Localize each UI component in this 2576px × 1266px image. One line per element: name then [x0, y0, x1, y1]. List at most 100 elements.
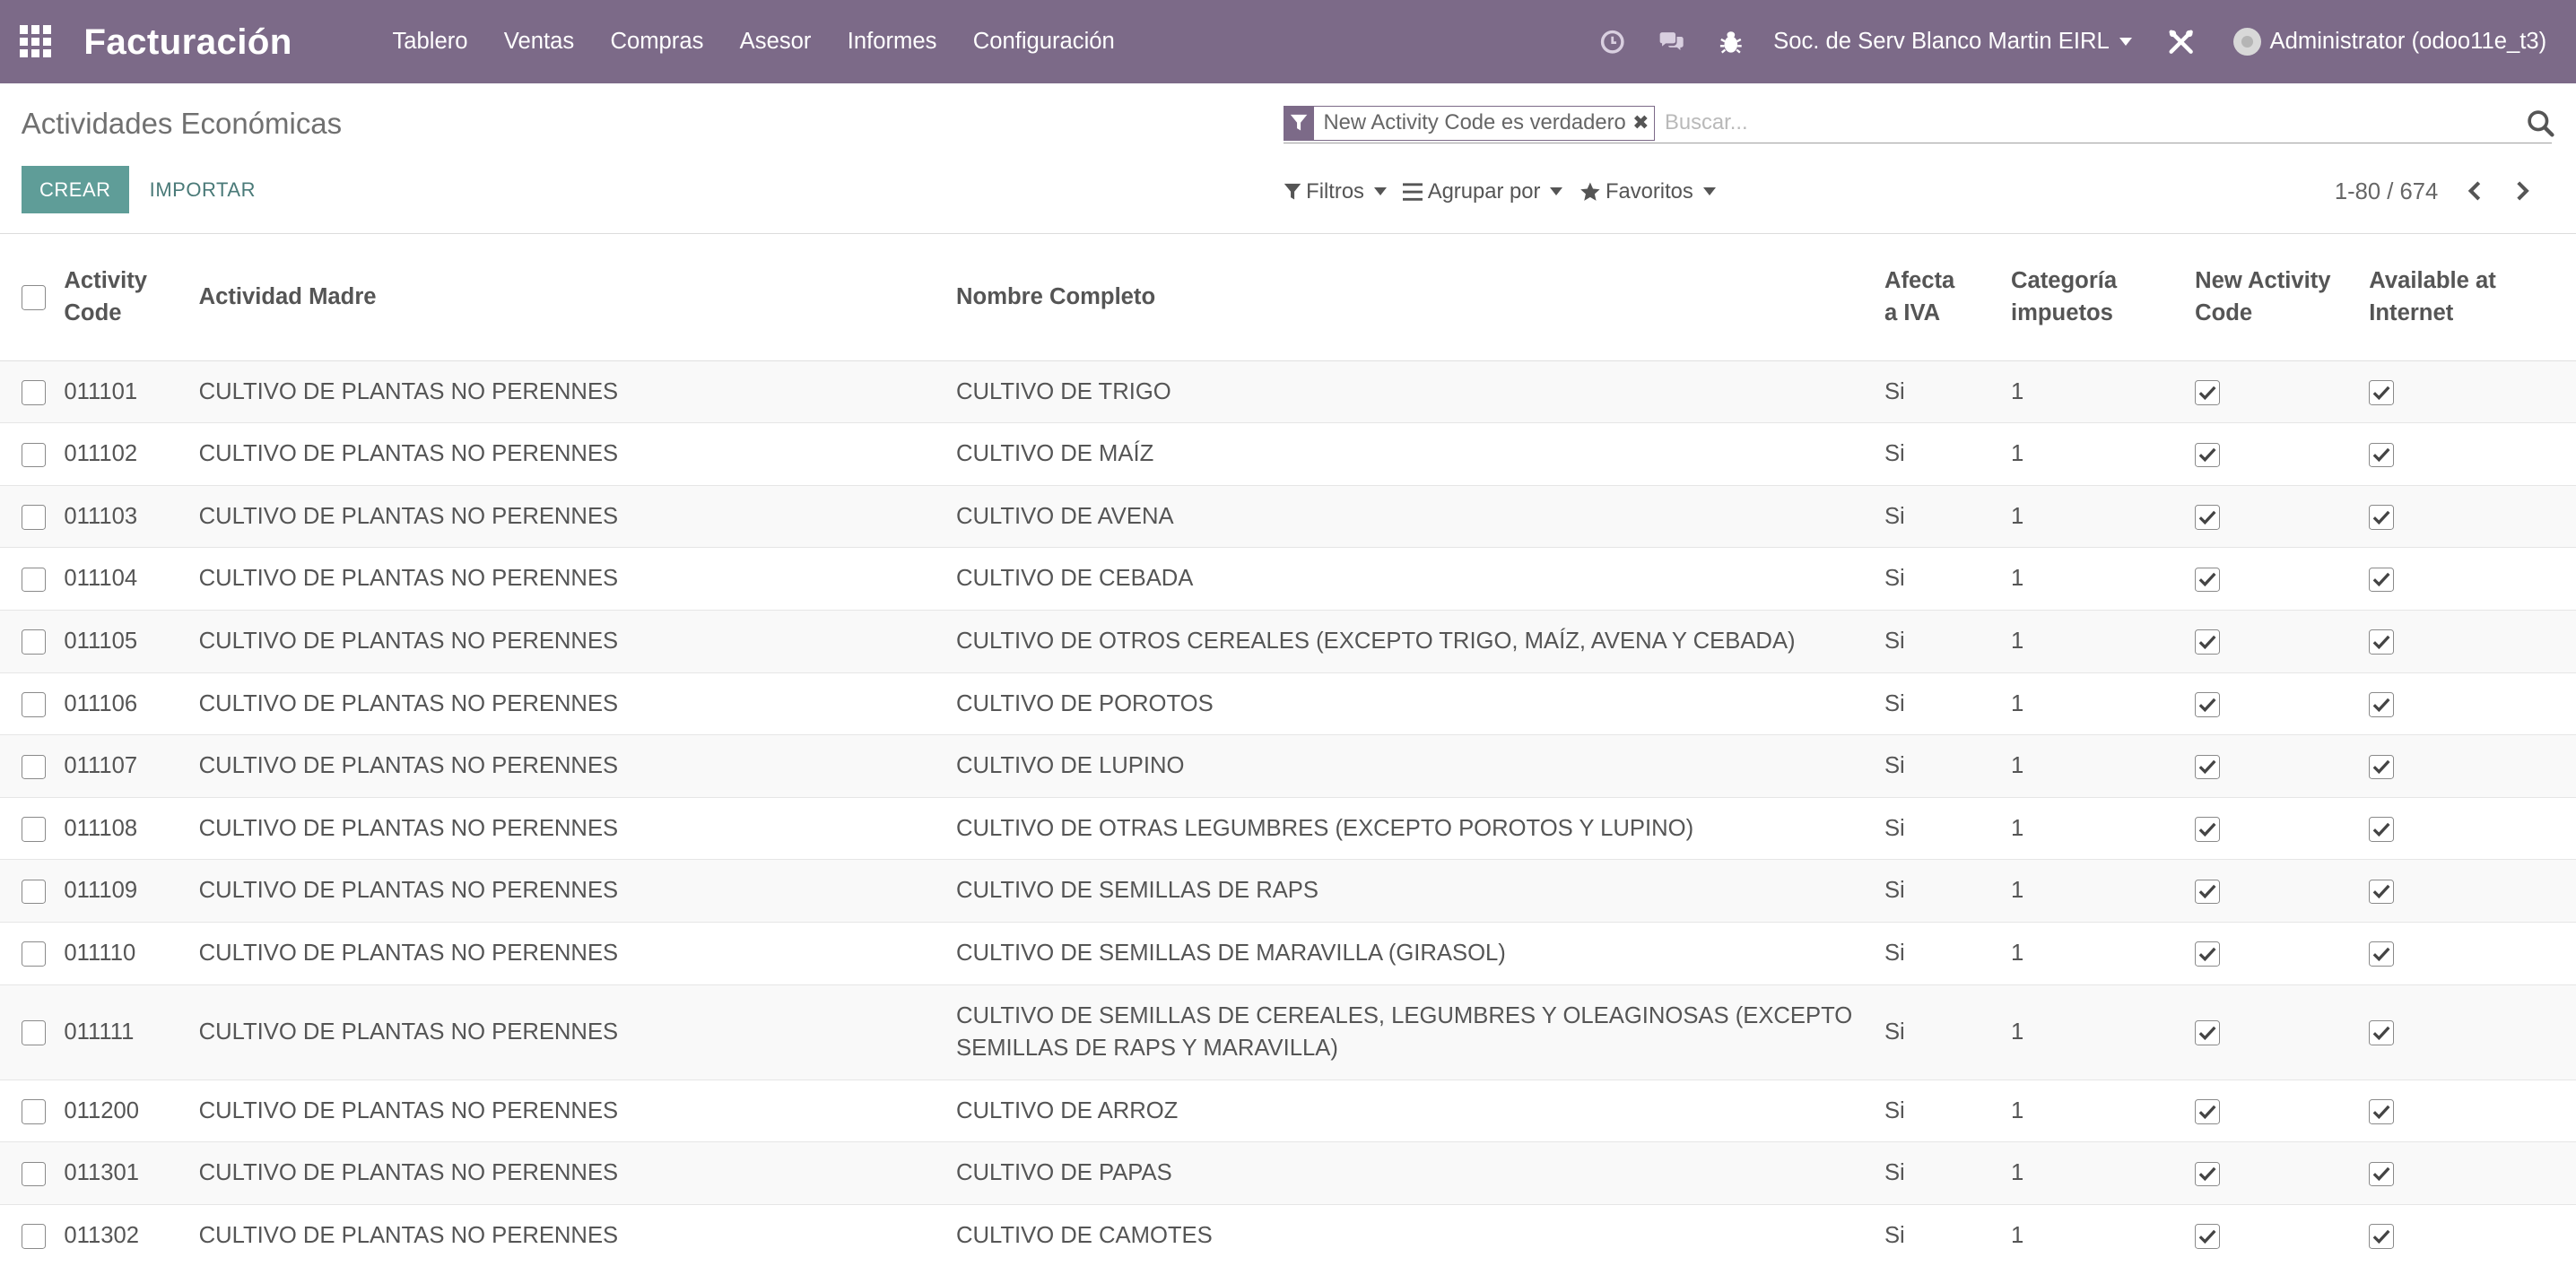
user-menu[interactable]: Administrator (odoo11e_t3)	[2233, 28, 2546, 56]
column-header-categoria-impuestos[interactable]: Categoría impuetos	[2011, 234, 2195, 360]
table-row[interactable]: 011108 CULTIVO DE PLANTAS NO PERENNES CULT…	[0, 797, 2576, 860]
column-header-nombre-completo[interactable]: Nombre Completo	[956, 234, 1884, 360]
row-checkbox[interactable]	[21, 505, 47, 530]
column-header-new-activity-code[interactable]: New Activity Code	[2195, 234, 2369, 360]
clock-icon[interactable]	[1599, 29, 1625, 55]
row-checkbox[interactable]	[21, 1099, 47, 1124]
select-all-checkbox[interactable]	[21, 285, 47, 311]
table-row[interactable]: 011109 CULTIVO DE PLANTAS NO PERENNES CULT…	[0, 859, 2576, 923]
menu-item-asesor[interactable]: Asesor	[722, 0, 830, 83]
cell-activity-code: 011111	[64, 1019, 135, 1045]
cell-actividad-madre: CULTIVO DE PLANTAS NO PERENNES	[198, 690, 619, 716]
chevron-right-icon[interactable]	[2511, 176, 2537, 205]
checkmark-icon	[2369, 691, 2394, 717]
search-facet[interactable]: New Activity Code es verdadero ✖	[1283, 106, 1655, 141]
cell-activity-code: 011108	[64, 815, 138, 841]
row-select-cell	[0, 735, 64, 798]
row-checkbox[interactable]	[21, 817, 47, 842]
checkmark-icon	[2369, 941, 2394, 967]
cell-available-internet	[2369, 797, 2576, 860]
bug-icon[interactable]	[1718, 29, 1744, 55]
row-checkbox[interactable]	[21, 1020, 47, 1045]
cell-nombre-completo: CULTIVO DE ARROZ	[956, 1097, 1179, 1123]
search-icon[interactable]	[2527, 109, 2554, 137]
cell-available-internet	[2369, 922, 2576, 984]
row-checkbox[interactable]	[21, 879, 47, 905]
row-checkbox[interactable]	[21, 941, 47, 967]
row-select-cell	[0, 1080, 64, 1142]
row-checkbox[interactable]	[21, 1161, 47, 1187]
tools-icon[interactable]	[2168, 29, 2194, 55]
menu-item-tablero[interactable]: Tablero	[374, 0, 485, 83]
row-select-cell	[0, 672, 64, 735]
cell-afecta-iva: Si	[1884, 1222, 1905, 1248]
menu-item-ventas[interactable]: Ventas	[486, 0, 593, 83]
table-row[interactable]: 011110 CULTIVO DE PLANTAS NO PERENNES CULT…	[0, 922, 2576, 985]
cell-nombre-completo: CULTIVO DE OTROS CEREALES (EXCEPTO TRIGO…	[956, 628, 1796, 654]
apps-grid-icon[interactable]	[19, 25, 53, 58]
table-row[interactable]: 011107 CULTIVO DE PLANTAS NO PERENNES CULT…	[0, 734, 2576, 798]
chevron-left-icon[interactable]	[2461, 176, 2487, 205]
checkmark-icon	[2195, 567, 2220, 593]
close-icon[interactable]: ✖	[1632, 107, 1654, 140]
table-row[interactable]: 011101 CULTIVO DE PLANTAS NO PERENNES CULT…	[0, 360, 2576, 423]
table-row[interactable]: 011106 CULTIVO DE PLANTAS NO PERENNES CULT…	[0, 672, 2576, 735]
row-select-cell	[0, 360, 64, 423]
column-header-afecta-iva[interactable]: Afecta a IVA	[1884, 234, 2011, 360]
pager-value[interactable]: 1-80 / 674	[2335, 179, 2438, 205]
row-checkbox[interactable]	[21, 629, 47, 655]
cell-afecta-iva: Si	[1884, 878, 1905, 904]
table-body: 011101 CULTIVO DE PLANTAS NO PERENNES CULT…	[0, 360, 2576, 1266]
row-checkbox[interactable]	[21, 1224, 47, 1249]
menu-item-configuracion[interactable]: Configuración	[955, 0, 1133, 83]
checkmark-icon	[2369, 879, 2394, 905]
import-button[interactable]: IMPORTAR	[150, 166, 256, 213]
cell-actividad-madre: CULTIVO DE PLANTAS NO PERENNES	[198, 1222, 619, 1248]
cell-actividad-madre: CULTIVO DE PLANTAS NO PERENNES	[198, 378, 619, 404]
table-row[interactable]: 011111 CULTIVO DE PLANTAS NO PERENNES CULT…	[0, 984, 2576, 1080]
cell-new-activity-code	[2195, 984, 2369, 1080]
user-name: Administrator (odoo11e_t3)	[2269, 29, 2547, 55]
cell-available-internet	[2369, 1080, 2576, 1142]
filters-label: Filtros	[1306, 178, 1364, 204]
table-row[interactable]: 011102 CULTIVO DE PLANTAS NO PERENNES CULT…	[0, 423, 2576, 486]
cell-actividad-madre: CULTIVO DE PLANTAS NO PERENNES	[198, 628, 619, 654]
menu-item-compras[interactable]: Compras	[592, 0, 721, 83]
row-checkbox[interactable]	[21, 379, 47, 405]
cell-afecta-iva: Si	[1884, 566, 1905, 592]
group-by-dropdown[interactable]: Agrupar por	[1403, 179, 1563, 204]
table-row[interactable]: 011103 CULTIVO DE PLANTAS NO PERENNES CULT…	[0, 485, 2576, 548]
row-select-cell	[0, 548, 64, 611]
search-input[interactable]	[1661, 108, 2528, 138]
company-switcher[interactable]: Soc. de Serv Blanco Martin EIRL	[1773, 29, 2132, 55]
cell-new-activity-code	[2195, 548, 2369, 611]
cell-nombre-completo: CULTIVO DE AVENA	[956, 503, 1174, 529]
cell-new-activity-code	[2195, 735, 2369, 798]
row-checkbox[interactable]	[21, 442, 47, 468]
table-row[interactable]: 011200 CULTIVO DE PLANTAS NO PERENNES CULT…	[0, 1080, 2576, 1142]
column-header-available-internet[interactable]: Available at Internet	[2369, 234, 2576, 360]
cell-activity-code: 011107	[64, 753, 138, 779]
table-row[interactable]: 011104 CULTIVO DE PLANTAS NO PERENNES CULT…	[0, 548, 2576, 611]
app-brand: Facturación	[83, 21, 292, 62]
favorites-dropdown[interactable]: Favoritos	[1580, 179, 1716, 204]
menu-item-informes[interactable]: Informes	[830, 0, 955, 83]
cell-nombre-completo: CULTIVO DE OTRAS LEGUMBRES (EXCEPTO PORO…	[956, 815, 1694, 841]
row-checkbox[interactable]	[21, 754, 47, 780]
create-button[interactable]: CREAR	[21, 165, 129, 214]
cell-nombre-completo: CULTIVO DE SEMILLAS DE RAPS	[956, 878, 1318, 904]
row-checkbox[interactable]	[21, 691, 47, 717]
column-header-actividad-madre[interactable]: Actividad Madre	[199, 234, 956, 360]
cell-afecta-iva: Si	[1884, 378, 1905, 404]
cell-available-internet	[2369, 610, 2576, 672]
table-row[interactable]: 011301 CULTIVO DE PLANTAS NO PERENNES CULT…	[0, 1141, 2576, 1205]
table-row[interactable]: 011105 CULTIVO DE PLANTAS NO PERENNES CULT…	[0, 610, 2576, 673]
cell-activity-code: 011106	[64, 690, 138, 716]
chat-icon[interactable]	[1658, 29, 1684, 55]
filters-dropdown[interactable]: Filtros	[1284, 179, 1387, 204]
cell-available-internet	[2369, 485, 2576, 548]
table-row[interactable]: 011302 CULTIVO DE PLANTAS NO PERENNES CULT…	[0, 1204, 2576, 1266]
cell-activity-code: 011103	[64, 503, 138, 529]
row-checkbox[interactable]	[21, 567, 47, 593]
column-header-activity-code[interactable]: Activity Code	[64, 234, 198, 360]
